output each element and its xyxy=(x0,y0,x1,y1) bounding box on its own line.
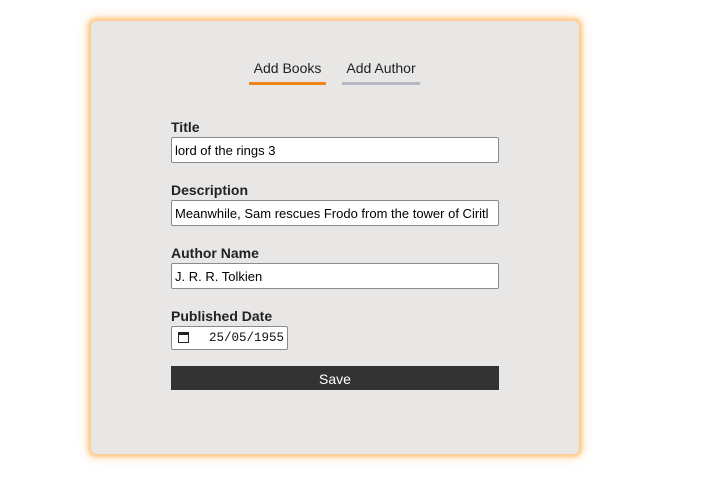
tab-add-author-label: Add Author xyxy=(346,60,416,76)
published-date-input[interactable]: 25/05/1955 xyxy=(171,326,288,350)
title-group: Title xyxy=(171,119,499,182)
calendar-icon[interactable] xyxy=(178,332,189,343)
add-book-card: Add Books Add Author Title Description A… xyxy=(91,21,579,454)
save-button[interactable]: Save xyxy=(171,366,499,390)
description-group: Description xyxy=(171,182,499,245)
tab-add-author[interactable]: Add Author xyxy=(342,59,420,85)
published-date-value: 25/05/1955 xyxy=(208,331,284,345)
published-date-label: Published Date xyxy=(171,308,273,324)
published-date-group: Published Date 25/05/1955 xyxy=(171,308,499,366)
author-name-label: Author Name xyxy=(171,245,259,261)
author-name-group: Author Name xyxy=(171,245,499,308)
description-input[interactable] xyxy=(171,200,499,226)
tab-add-books-underline xyxy=(249,82,326,85)
add-book-form: Title Description Author Name Published … xyxy=(171,119,499,366)
title-label: Title xyxy=(171,119,200,135)
tab-bar: Add Books Add Author xyxy=(91,59,579,85)
tab-add-books-label: Add Books xyxy=(253,60,322,76)
tab-add-author-underline xyxy=(342,82,420,85)
author-name-input[interactable] xyxy=(171,263,499,289)
tab-add-books[interactable]: Add Books xyxy=(249,59,326,85)
title-input[interactable] xyxy=(171,137,499,163)
description-label: Description xyxy=(171,182,249,198)
